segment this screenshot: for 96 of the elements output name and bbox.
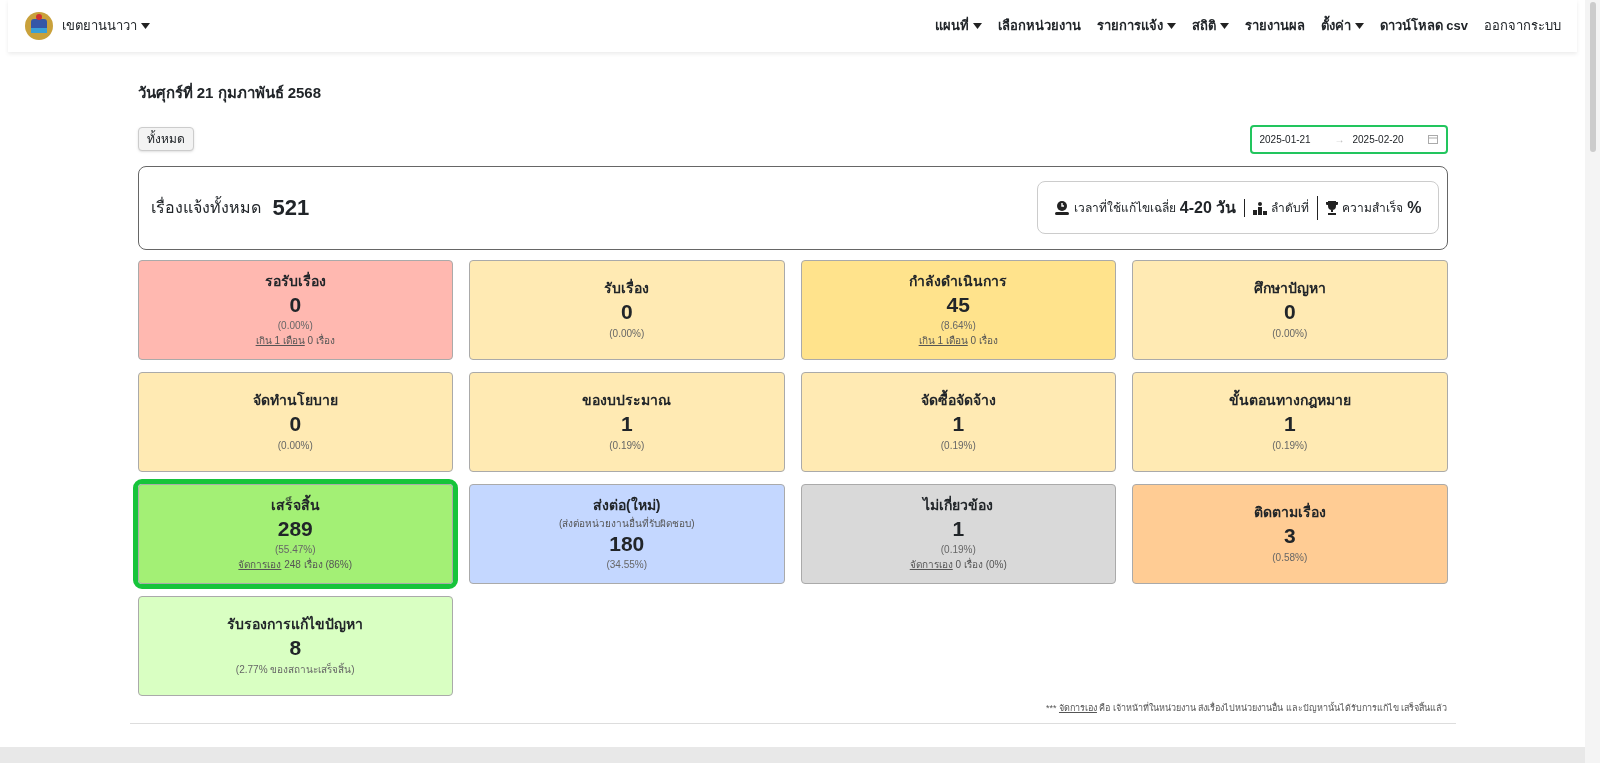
card-percent: (34.55%): [606, 558, 648, 573]
status-card[interactable]: กำลังดำเนินการ 45 (8.64%) เกิน 1 เดือน 0 เรื่อง: [800, 259, 1116, 360]
card-count: 0: [289, 411, 302, 438]
status-card[interactable]: ส่งต่อ(ใหม่) (ส่งต่อหน่วยงานอื่นที่รับผิดชอบ) 180 (34.55%): [469, 483, 785, 584]
card-title: กำลังดำเนินการ: [909, 271, 1008, 291]
nav-menu-item[interactable]: เลือกหน่วยงาน: [997, 16, 1081, 36]
card-note-link[interactable]: เกิน 1 เดือน: [255, 335, 305, 347]
footnote-link[interactable]: จัดการเอง: [1058, 702, 1097, 713]
card-title: ขั้นตอนทางกฎหมาย: [1228, 390, 1351, 412]
caret-icon: [1166, 23, 1176, 29]
status-card[interactable]: จัดซื้อจัดจ้าง 1 (0.19%): [800, 371, 1116, 472]
status-card[interactable]: ติดตามเรื่อง 3 (0.58%): [1132, 483, 1448, 584]
card-title: ส่งต่อ(ใหม่): [593, 495, 661, 515]
status-card[interactable]: ศึกษาปัญหา 0 (0.00%): [1132, 259, 1448, 360]
card-note-link[interactable]: เกิน 1 เดือน: [918, 335, 968, 347]
card-note: เกิน 1 เดือน 0 เรื่อง: [255, 333, 335, 349]
nav-menu-item[interactable]: ออกจากระบบ: [1484, 16, 1561, 36]
card-note: จัดการเอง 0 เรื่อง (0%): [909, 557, 1007, 573]
nav-menu-item[interactable]: รายการแจ้ง: [1096, 16, 1176, 36]
podium-icon: [1253, 200, 1268, 215]
card-percent: (0.00%): [1272, 326, 1308, 341]
card-count: 45: [946, 291, 970, 318]
stat-value: 4-20 วัน: [1179, 197, 1237, 218]
card-count: 0: [1283, 299, 1296, 326]
footnote: *** จัดการเอง คือ เจ้าหน้าที่ในหน่วยงาน ส่งเรื่องไปหน่วยงานอื่น และปัญหานั้นได้รับการแก้ไข เสร็จสิ้นแล้ว: [1044, 701, 1448, 715]
card-percent: (8.64%): [940, 319, 976, 334]
card-note-link[interactable]: จัดการเอง: [909, 559, 953, 571]
card-percent: (0.58%): [1272, 550, 1308, 565]
trophy-icon: [1326, 200, 1339, 215]
status-card[interactable]: ไม่เกี่ยวข้อง 1 (0.19%) จัดการเอง 0 เรื่อง (0%): [800, 483, 1116, 584]
card-title: รอรับเรื่อง: [264, 270, 326, 291]
summary-total: 521: [272, 194, 310, 222]
card-title: จัดทำนโยบาย: [252, 390, 338, 411]
clock-person-icon: [1053, 199, 1070, 216]
card-note-link[interactable]: จัดการเอง: [238, 559, 282, 571]
caret-icon: [141, 23, 150, 29]
card-percent: (0.19%): [609, 438, 645, 453]
nav-menu-item[interactable]: ดาวน์โหลด csv: [1379, 16, 1468, 36]
stat-value: %: [1407, 197, 1422, 218]
card-count: 1: [620, 411, 633, 438]
card-title: ติดตามเรื่อง: [1253, 502, 1326, 523]
start-date: 2025-01-21: [1259, 132, 1311, 147]
card-count: 1: [1283, 411, 1296, 438]
card-count: 0: [620, 299, 633, 326]
card-count: 1: [952, 411, 965, 438]
card-title: ไม่เกี่ยวข้อง: [923, 494, 994, 515]
date-range-field[interactable]: 2025-01-21 → 2025-02-20: [1249, 124, 1448, 154]
card-count: 8: [289, 635, 302, 662]
card-percent: (0.19%): [940, 438, 976, 453]
card-title: ของบประมาณ: [582, 391, 672, 411]
card-percent: (2.77% ของสถานะเสร็จสิ้น): [235, 661, 355, 677]
card-note: เกิน 1 เดือน 0 เรื่อง: [918, 333, 998, 349]
card-title: ศึกษาปัญหา: [1253, 279, 1326, 299]
caret-icon: [1354, 23, 1364, 29]
card-title: เสร็จสิ้น: [270, 494, 320, 515]
card-percent: (0.00%): [609, 326, 645, 341]
status-card[interactable]: รับเรื่อง 0 (0.00%): [469, 259, 785, 360]
card-percent: (0.19%): [1272, 438, 1308, 453]
status-card[interactable]: ของบประมาณ 1 (0.19%): [469, 371, 785, 472]
card-count: 180: [609, 530, 645, 557]
card-percent: (55.47%): [274, 543, 316, 557]
status-card[interactable]: จัดทำนโยบาย 0 (0.00%): [137, 371, 453, 472]
card-count: 289: [277, 515, 313, 542]
summary-label: เรื่องแจ้งทั้งหมด: [150, 195, 261, 218]
caret-icon: [1219, 23, 1229, 29]
stat-label: ลำดับที่: [1271, 198, 1310, 217]
date-heading: วันศุกร์ที่ 21 กุมภาพันธ์ 2568: [137, 82, 323, 105]
card-count: 0: [289, 291, 302, 318]
nav-menu-item[interactable]: รายงานผล: [1244, 16, 1305, 36]
card-count: 1: [952, 515, 965, 542]
nav-menu-item[interactable]: สถิติ: [1191, 16, 1229, 36]
nav-menu-item[interactable]: ตั้งค่า: [1320, 16, 1364, 36]
scrollbar-thumb[interactable]: [1589, 2, 1596, 152]
card-percent: (0.19%): [940, 543, 976, 557]
card-title: รับรองการแก้ไขปัญหา: [227, 615, 364, 635]
card-count: 3: [1283, 523, 1296, 550]
end-date: 2025-02-20: [1352, 132, 1404, 147]
nav-menu-item[interactable]: แผนที่: [934, 16, 982, 36]
card-title: จัดซื้อจัดจ้าง: [920, 390, 996, 412]
card-percent: (0.00%): [277, 319, 313, 334]
caret-icon: [972, 23, 982, 29]
status-card[interactable]: ขั้นตอนทางกฎหมาย 1 (0.19%): [1132, 371, 1448, 472]
stat-label: เวลาที่ใช้แก้ไขเฉลี่ย: [1073, 198, 1176, 217]
calendar-icon: [1427, 134, 1438, 144]
status-card[interactable]: รอรับเรื่อง 0 (0.00%) เกิน 1 เดือน 0 เรื่อง: [137, 259, 453, 360]
range-arrow: →: [1334, 132, 1345, 147]
brand-menu[interactable]: เขตยานนาวา: [62, 16, 150, 36]
filter-button[interactable]: ทั้งหมด: [137, 127, 194, 151]
card-note: จัดการเอง 248 เรื่อง (86%): [238, 557, 353, 573]
status-card[interactable]: รับรองการแก้ไขปัญหา 8 (2.77% ของสถานะเสร็จสิ้น): [137, 595, 453, 696]
vertical-scrollbar[interactable]: [1585, 0, 1600, 763]
card-title: รับเรื่อง: [604, 278, 650, 299]
emblem-icon: [24, 11, 54, 41]
stat-label: ความสำเร็จ: [1342, 199, 1404, 217]
card-subtitle: (ส่งต่อหน่วยงานอื่นที่รับผิดชอบ): [558, 515, 695, 531]
card-percent: (0.00%): [277, 438, 313, 453]
